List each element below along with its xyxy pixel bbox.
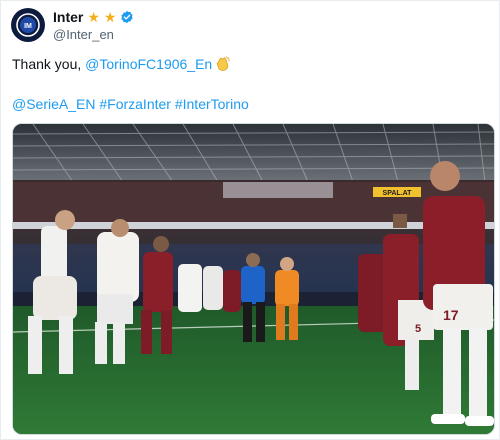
account-handle[interactable]: @Inter_en bbox=[53, 27, 114, 42]
hashtag-line: @SerieA_EN #ForzaInter #InterTorino bbox=[12, 96, 249, 112]
board-text: SPAL.AT bbox=[383, 190, 413, 197]
svg-text:IM: IM bbox=[24, 23, 32, 30]
verified-badge-icon bbox=[121, 10, 134, 24]
hashtag-link[interactable]: #InterTorino bbox=[175, 96, 249, 112]
star-icon: ★ bbox=[87, 9, 100, 25]
shirt-number: 17 bbox=[443, 307, 459, 323]
tweet-card[interactable]: IM Inter ★ ★ @Inter_en Thank you, @Torin… bbox=[0, 0, 500, 440]
shirt-number: 5 bbox=[415, 323, 421, 335]
inter-logo-icon: IM bbox=[13, 10, 43, 40]
stadium-photo: SPAL.AT 5 17 bbox=[13, 124, 494, 434]
display-name[interactable]: Inter bbox=[53, 9, 83, 25]
tweet-photo[interactable]: SPAL.AT 5 17 bbox=[12, 123, 495, 435]
tweet-text: Thank you, bbox=[12, 56, 86, 72]
clapping-hands-icon bbox=[216, 56, 231, 71]
stand-rail bbox=[13, 222, 494, 229]
stand-lights bbox=[223, 182, 333, 198]
avatar[interactable]: IM bbox=[11, 8, 45, 42]
hashtag-link[interactable]: #ForzaInter bbox=[99, 96, 171, 112]
star-icon: ★ bbox=[103, 9, 117, 25]
tweet-text-line: Thank you, @TorinoFC1906_En bbox=[12, 56, 231, 72]
account-name-row: Inter ★ ★ bbox=[53, 9, 134, 25]
mention-link[interactable]: @TorinoFC1906_En bbox=[85, 56, 212, 72]
mention-link[interactable]: @SerieA_EN bbox=[12, 96, 95, 112]
